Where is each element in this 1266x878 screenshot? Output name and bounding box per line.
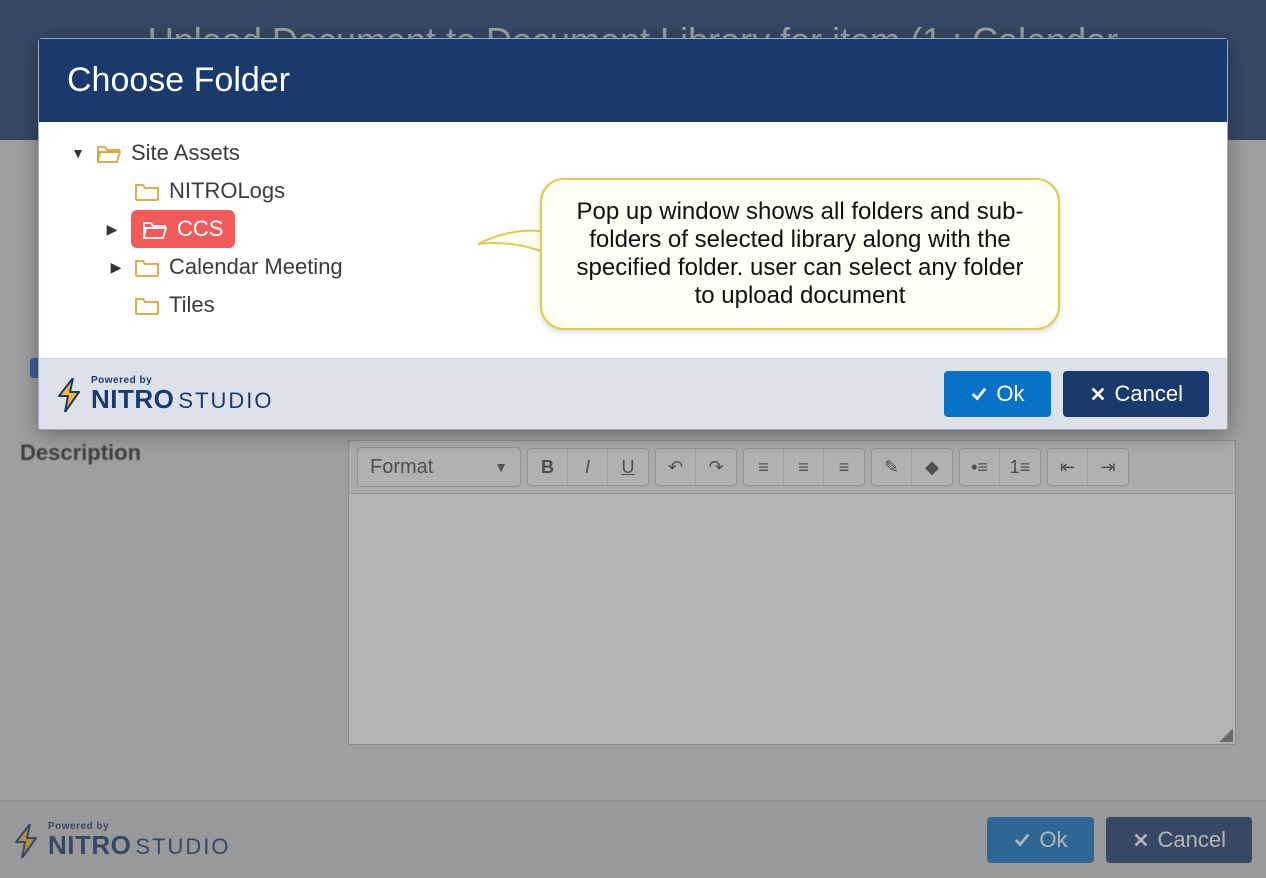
close-icon	[1089, 385, 1107, 403]
expand-icon[interactable]: ▶	[107, 259, 125, 276]
tree-root-label: Site Assets	[131, 140, 240, 166]
cancel-button[interactable]: Cancel	[1063, 371, 1209, 417]
folder-icon	[135, 257, 159, 277]
ok-button[interactable]: Ok	[944, 371, 1050, 417]
folder-icon	[135, 181, 159, 201]
brand-nitro: NITRO	[91, 386, 174, 412]
annotation-text: Pop up window shows all folders and sub-…	[577, 198, 1024, 309]
collapse-icon[interactable]: ▼	[69, 145, 87, 161]
tree-item-ccs[interactable]: CCS	[131, 210, 235, 248]
cancel-label: Cancel	[1115, 381, 1183, 407]
folder-open-icon	[143, 219, 167, 239]
ok-label: Ok	[996, 381, 1024, 407]
tree-root[interactable]: ▼ Site Assets	[65, 134, 1201, 172]
tree-item-label: Tiles	[169, 292, 215, 318]
check-icon	[970, 385, 988, 403]
folder-open-icon	[97, 143, 121, 163]
brand-studio: STUDIO	[178, 390, 273, 412]
annotation-callout: Pop up window shows all folders and sub-…	[540, 178, 1060, 330]
tree-item-label: NITROLogs	[169, 178, 285, 204]
tree-item-label: CCS	[177, 216, 223, 242]
expand-icon[interactable]: ▶	[103, 221, 121, 238]
nitro-studio-brand: Powered by NITRO STUDIO	[57, 376, 274, 412]
bolt-icon	[57, 378, 85, 412]
tree-item-label: Calendar Meeting	[169, 254, 343, 280]
modal-title: Choose Folder	[39, 39, 1227, 122]
folder-icon	[135, 295, 159, 315]
modal-footer: Powered by NITRO STUDIO Ok Cancel	[39, 358, 1227, 429]
